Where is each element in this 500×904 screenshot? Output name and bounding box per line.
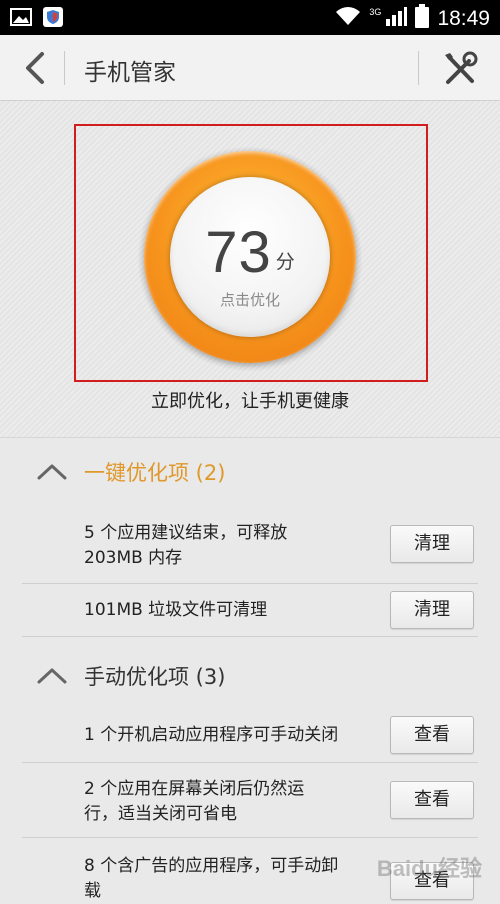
section-header-manual[interactable]: 手动优化项 (3)	[0, 644, 500, 708]
item-text-line: 203MB 内存	[84, 548, 183, 568]
gallery-notification-icon	[10, 6, 32, 32]
watermark: Baidu经验	[376, 856, 482, 881]
page-title: 手机管家	[84, 60, 176, 86]
score-panel: 73 分 点击优化 立即优化，让手机更健康	[0, 101, 500, 438]
optimize-score-button[interactable]: 73 分 点击优化	[138, 147, 362, 371]
chevron-up-icon	[37, 668, 67, 684]
optimize-label: 点击优化	[219, 291, 280, 309]
item-text: 101MB 垃圾文件可清理	[84, 598, 267, 623]
item-text: 2 个应用在屏幕关闭后仍然运 行，适当关闭可省电	[84, 777, 304, 827]
tools-icon	[445, 51, 478, 84]
score-value: 73	[205, 220, 272, 285]
battery-icon	[415, 4, 430, 33]
item-text-line: 载	[84, 881, 101, 901]
tools-button[interactable]	[440, 49, 480, 89]
item-text-line: 行，适当关闭可省电	[84, 804, 237, 824]
section-title: 手动优化项 (3)	[84, 665, 226, 689]
chevron-up-icon	[37, 464, 67, 480]
item-text: 1 个开机启动应用程序可手动关闭	[84, 723, 338, 748]
item-text-line: 1 个开机启动应用程序可手动关闭	[84, 725, 339, 745]
security-app-notification-icon	[42, 6, 64, 32]
item-text-line: 8 个含广告的应用程序，可手动卸	[84, 856, 339, 876]
clean-button[interactable]: 清理	[390, 591, 474, 629]
item-text: 8 个含广告的应用程序，可手动卸 载	[84, 854, 338, 904]
header-divider	[64, 51, 65, 85]
section-title: 一键优化项 (2)	[84, 461, 226, 485]
status-bar: 3G 18:49	[0, 0, 500, 35]
item-text: 5 个应用建议结束，可释放 203MB 内存	[84, 521, 287, 571]
list-item: 101MB 垃圾文件可清理 清理	[22, 584, 478, 637]
network-type: 3G	[369, 6, 382, 17]
list-item: 2 个应用在屏幕关闭后仍然运 行，适当关闭可省电 查看	[22, 763, 478, 838]
item-text-line: 2 个应用在屏幕关闭后仍然运	[84, 779, 305, 799]
app-header: 手机管家	[0, 35, 500, 101]
view-button[interactable]: 查看	[390, 716, 474, 754]
signal-icon	[385, 6, 408, 31]
back-button[interactable]	[14, 49, 54, 87]
wifi-icon	[335, 6, 361, 31]
one-click-list: 5 个应用建议结束，可释放 203MB 内存 清理 101MB 垃圾文件可清理 …	[22, 505, 478, 637]
score-row: 73 分	[170, 219, 330, 286]
score-caption: 立即优化，让手机更健康	[151, 391, 349, 412]
score-dial: 73 分 点击优化	[170, 177, 330, 337]
view-button[interactable]: 查看	[390, 781, 474, 819]
item-text-line: 101MB 垃圾文件可清理	[84, 600, 268, 620]
item-text-line: 5 个应用建议结束，可释放	[84, 523, 288, 543]
score-unit: 分	[275, 251, 295, 273]
clean-button[interactable]: 清理	[390, 525, 474, 563]
section-header-one-click[interactable]: 一键优化项 (2)	[0, 440, 500, 504]
header-divider	[418, 51, 419, 85]
back-arrow-icon	[26, 52, 44, 84]
list-item: 5 个应用建议结束，可释放 203MB 内存 清理	[22, 505, 478, 584]
clock: 18:49	[437, 6, 490, 30]
list-item: 1 个开机启动应用程序可手动关闭 查看	[22, 707, 478, 763]
